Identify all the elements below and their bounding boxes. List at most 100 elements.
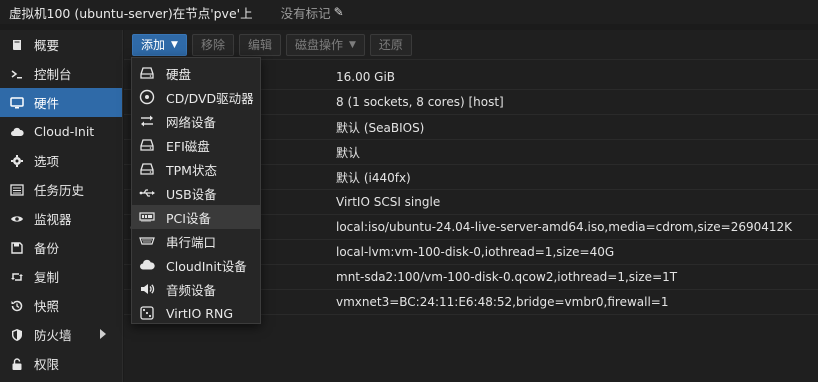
usb-icon xyxy=(138,185,156,201)
row-value: 8 (1 sockets, 8 cores) [host] xyxy=(336,95,504,109)
menu-item-label: 串行端口 xyxy=(166,234,217,250)
menu-item-label: 硬盘 xyxy=(166,66,192,82)
menu-item-hard-disk[interactable]: 硬盘 xyxy=(132,61,260,85)
sidebar-item-cloud-init[interactable]: Cloud-Init xyxy=(0,117,122,146)
edit-button-label: 编辑 xyxy=(247,38,272,52)
menu-item-cd-dvd[interactable]: CD/DVD驱动器 xyxy=(132,85,260,109)
sidebar-item-firewall[interactable]: 防火墙 xyxy=(0,320,122,349)
menu-item-label: VirtIO RNG xyxy=(166,305,234,321)
menu-item-label: CD/DVD驱动器 xyxy=(166,90,254,106)
sidebar-item-label: 概要 xyxy=(34,38,60,53)
menu-item-label: CloudInit设备 xyxy=(166,258,247,274)
row-value: 默认 (i440fx) xyxy=(336,170,411,185)
menu-item-audio-device[interactable]: 音频设备 xyxy=(132,277,260,301)
pci-card-icon xyxy=(138,209,156,225)
menu-item-usb-device[interactable]: USB设备 xyxy=(132,181,260,205)
sidebar-item-label: 选项 xyxy=(34,154,60,169)
menu-item-pci-device[interactable]: PCI设备 xyxy=(132,205,260,229)
revert-button[interactable]: 还原 xyxy=(369,33,412,56)
speaker-icon xyxy=(138,281,156,297)
row-value: vmxnet3=BC:24:11:E6:48:52,bridge=vmbr0,f… xyxy=(336,295,669,309)
book-icon xyxy=(10,38,24,52)
title-bar: 虚拟机100 (ubuntu-server)在节点'pve'上 没有标记 ✎ xyxy=(0,0,818,24)
chevron-down-icon: ▼ xyxy=(171,39,178,50)
dvd-icon xyxy=(138,89,156,105)
history-icon xyxy=(10,299,24,313)
terminal-icon xyxy=(10,67,24,81)
retweet-icon xyxy=(10,270,24,284)
menu-item-virtio-rng[interactable]: VirtIO RNG xyxy=(132,301,260,325)
hdd-icon xyxy=(138,161,156,177)
cloud-icon xyxy=(138,257,156,273)
sidebar-item-label: 权限 xyxy=(34,357,60,372)
chevron-down-icon: ▼ xyxy=(348,39,356,50)
menu-item-label: EFI磁盘 xyxy=(166,138,210,154)
cloud-icon xyxy=(10,125,24,139)
row-value: 默认 xyxy=(336,145,361,160)
submenu-caret-icon[interactable] xyxy=(100,329,106,339)
row-value: 16.00 GiB xyxy=(336,70,396,84)
unlock-icon xyxy=(10,357,24,371)
hardware-toolbar: 添加 ▼ 移除 编辑 磁盘操作 ▼ 还原 xyxy=(124,30,818,60)
floppy-icon xyxy=(10,241,24,255)
row-value: local:iso/ubuntu-24.04-live-server-amd64… xyxy=(336,220,793,234)
sidebar-item-backup[interactable]: 备份 xyxy=(0,233,122,262)
exchange-icon xyxy=(138,113,156,129)
disk-action-label: 磁盘操作 xyxy=(294,38,343,52)
sidebar-item-monitor[interactable]: 监视器 xyxy=(0,204,122,233)
menu-item-label: 音频设备 xyxy=(166,282,217,298)
add-button-label: 添加 xyxy=(141,38,166,52)
sidebar-item-label: 复制 xyxy=(34,270,60,285)
tags-editor[interactable]: 没有标记 ✎ xyxy=(281,3,344,22)
revert-button-label: 还原 xyxy=(378,38,403,52)
add-dropdown-menu: 硬盘 CD/DVD驱动器 网络设备 EFI磁盘 TPM状态 USB设备 PCI设… xyxy=(131,57,261,324)
row-value: VirtIO SCSI single xyxy=(336,195,441,209)
sidebar-item-options[interactable]: 选项 xyxy=(0,146,122,175)
shield-icon xyxy=(10,328,24,342)
pencil-icon[interactable]: ✎ xyxy=(334,5,344,19)
menu-item-serial-port[interactable]: 串行端口 xyxy=(132,229,260,253)
menu-item-label: 网络设备 xyxy=(166,114,217,130)
monitor-icon xyxy=(10,96,24,110)
eye-icon xyxy=(10,212,24,226)
disk-action-button[interactable]: 磁盘操作 ▼ xyxy=(285,33,365,56)
menu-item-network-device[interactable]: 网络设备 xyxy=(132,109,260,133)
menu-item-efi-disk[interactable]: EFI磁盘 xyxy=(132,133,260,157)
vm-title: 虚拟机100 (ubuntu-server)在节点'pve'上 xyxy=(9,5,253,21)
sidebar-item-label: 防火墙 xyxy=(34,328,72,343)
remove-button[interactable]: 移除 xyxy=(191,33,234,56)
hdd-icon xyxy=(138,65,156,81)
sidebar-item-label: Cloud-Init xyxy=(34,124,95,139)
menu-item-cloudinit-drive[interactable]: CloudInit设备 xyxy=(132,253,260,277)
edit-button[interactable]: 编辑 xyxy=(238,33,281,56)
serial-port-icon xyxy=(138,233,156,249)
sidebar-item-snapshots[interactable]: 快照 xyxy=(0,291,122,320)
row-value: local-lvm:vm-100-disk-0,iothread=1,size=… xyxy=(336,245,615,259)
menu-item-label: PCI设备 xyxy=(166,210,211,226)
menu-item-tpm-state[interactable]: TPM状态 xyxy=(132,157,260,181)
sidebar-item-task-history[interactable]: 任务历史 xyxy=(0,175,122,204)
sidebar-item-summary[interactable]: 概要 xyxy=(0,30,122,59)
sidebar-item-label: 快照 xyxy=(34,299,60,314)
sidebar-item-label: 控制台 xyxy=(34,67,72,82)
dice-icon xyxy=(138,305,156,321)
remove-button-label: 移除 xyxy=(200,38,225,52)
menu-item-label: USB设备 xyxy=(166,186,217,202)
add-button[interactable]: 添加 ▼ xyxy=(132,33,187,56)
sidebar-item-label: 监视器 xyxy=(34,212,72,227)
row-value: mnt-sda2:100/vm-100-disk-0.qcow2,iothrea… xyxy=(336,270,678,284)
hdd-icon xyxy=(138,137,156,153)
sidebar: 概要 控制台 硬件 Cloud-Init 选项 任务历史 监视器 备份 复制 快… xyxy=(0,30,123,382)
sidebar-item-replication[interactable]: 复制 xyxy=(0,262,122,291)
row-value: 默认 (SeaBIOS) xyxy=(336,120,425,135)
sidebar-item-label: 硬件 xyxy=(34,96,60,111)
sidebar-item-label: 任务历史 xyxy=(34,183,85,198)
sidebar-item-hardware[interactable]: 硬件 xyxy=(0,88,122,117)
sidebar-item-console[interactable]: 控制台 xyxy=(0,59,122,88)
sidebar-item-label: 备份 xyxy=(34,241,60,256)
sidebar-item-permissions[interactable]: 权限 xyxy=(0,349,122,378)
tags-label: 没有标记 xyxy=(280,5,331,21)
menu-item-label: TPM状态 xyxy=(166,162,217,178)
gear-icon xyxy=(10,154,24,168)
list-icon xyxy=(10,183,24,197)
